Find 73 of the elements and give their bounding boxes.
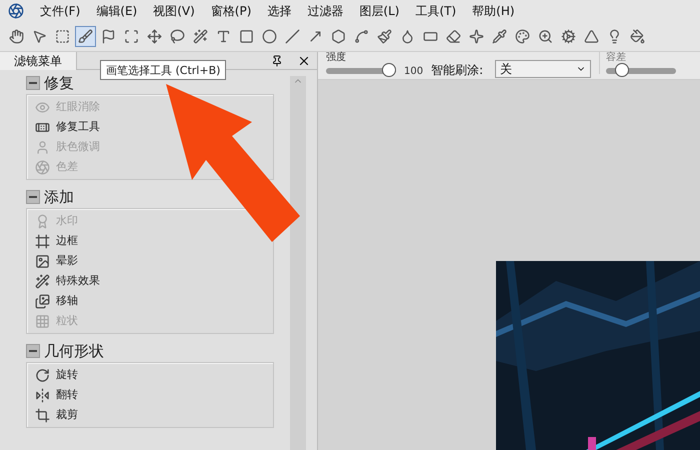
slider-thumb[interactable] xyxy=(382,63,396,77)
landscape-icon xyxy=(35,294,50,308)
tool-button[interactable] xyxy=(75,26,96,47)
image-icon xyxy=(35,254,50,268)
drop-icon xyxy=(400,29,415,44)
hand-icon xyxy=(9,29,24,44)
arrow-icon xyxy=(308,29,323,44)
flip-icon xyxy=(35,388,50,402)
transform-icon xyxy=(124,29,139,44)
menu-item[interactable]: 过滤器 xyxy=(307,2,344,20)
app-logo-icon xyxy=(8,3,24,19)
menu-item[interactable]: 工具(T) xyxy=(415,2,456,20)
sparkle-icon xyxy=(469,29,484,44)
rotate-icon xyxy=(35,368,50,382)
paintbrush-icon xyxy=(377,29,392,44)
collapse-toggle[interactable] xyxy=(26,344,40,358)
bucket-icon xyxy=(630,29,645,44)
rectangle-icon xyxy=(239,29,254,44)
brush-select-icon xyxy=(78,29,93,44)
aperture-icon xyxy=(35,160,50,174)
badge-icon xyxy=(35,214,50,228)
scrollbar[interactable] xyxy=(290,76,306,450)
collapse-toggle[interactable] xyxy=(26,190,40,204)
menu-item[interactable]: 帮助(H) xyxy=(472,2,515,20)
menu-item[interactable]: 选择 xyxy=(267,2,292,20)
lasso-icon xyxy=(170,29,185,44)
gear-icon xyxy=(561,29,576,44)
section-title: 修复 xyxy=(44,72,74,94)
filter-item[interactable]: 晕影 xyxy=(27,251,273,271)
zoom-icon xyxy=(538,29,553,44)
menu-item[interactable]: 窗格(P) xyxy=(210,2,252,20)
menu-item[interactable]: 编辑(E) xyxy=(96,2,138,20)
eraser-icon xyxy=(446,29,461,44)
person-icon xyxy=(35,140,50,154)
curve-icon xyxy=(354,29,369,44)
frame-icon xyxy=(35,234,50,248)
strength-label: 强度 xyxy=(326,52,347,64)
move-icon xyxy=(147,29,162,44)
slider-thumb[interactable] xyxy=(614,63,629,77)
pin-icon[interactable] xyxy=(271,54,283,66)
wand-icon xyxy=(193,29,208,44)
tooltip: 画笔选择工具 (Ctrl+B) xyxy=(100,60,226,80)
collapse-toggle[interactable] xyxy=(26,76,40,90)
pipette-icon xyxy=(492,29,507,44)
section-title: 几何形状 xyxy=(44,340,104,362)
flag-icon xyxy=(101,29,116,44)
menu-item[interactable]: 文件(F) xyxy=(40,2,80,20)
section-title: 添加 xyxy=(44,186,74,208)
menu-item[interactable]: 视图(V) xyxy=(153,2,195,20)
filter-item[interactable]: 修复工具 xyxy=(27,117,273,137)
filter-item[interactable]: 特殊效果 xyxy=(27,271,273,291)
bulb-icon xyxy=(607,29,622,44)
grain-icon xyxy=(35,314,50,328)
panel-tab[interactable]: 滤镜菜单 xyxy=(0,52,77,70)
smart-brush-dropdown[interactable]: 关 xyxy=(495,60,592,78)
smart-brush-label: 智能刷涂: xyxy=(431,62,484,79)
filter-item[interactable]: 移轴 xyxy=(27,291,273,311)
filter-item[interactable]: 裁剪 xyxy=(27,405,273,425)
filter-item[interactable]: 翻转 xyxy=(27,385,273,405)
strength-value: 100 xyxy=(404,65,424,79)
wand-icon xyxy=(35,274,50,288)
circle-icon xyxy=(262,29,277,44)
filter-item[interactable]: 旋转 xyxy=(27,365,273,385)
text-icon xyxy=(216,29,231,44)
line-icon xyxy=(285,29,300,44)
menu-item[interactable]: 图层(L) xyxy=(359,2,400,20)
eye-icon xyxy=(35,100,50,114)
polygon-icon xyxy=(331,29,346,44)
marquee-icon xyxy=(55,29,70,44)
pointer-icon xyxy=(32,29,47,44)
color-swatch-icon xyxy=(515,29,530,44)
tolerance-label: 容差 xyxy=(606,52,628,64)
crop-icon xyxy=(35,408,50,422)
